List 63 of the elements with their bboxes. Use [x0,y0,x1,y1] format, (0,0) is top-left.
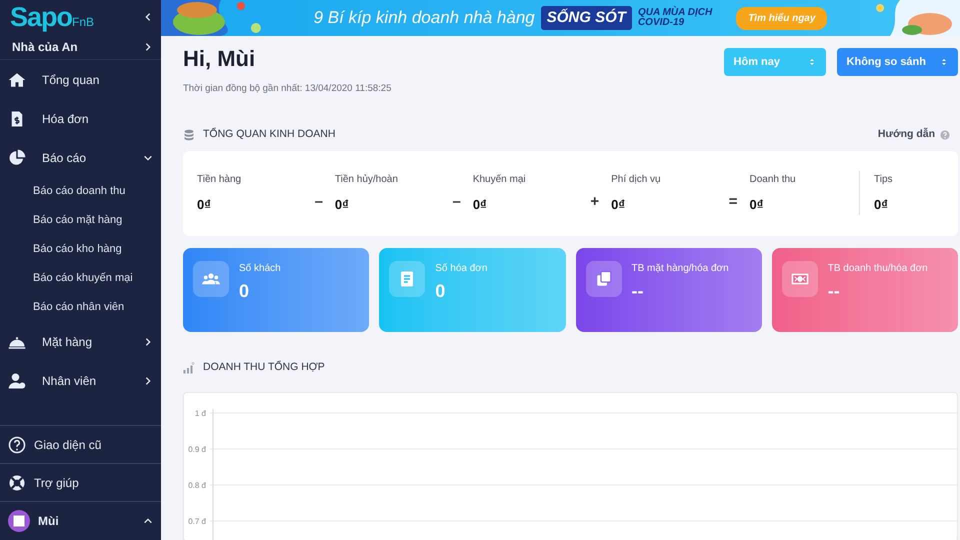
stat-value: 0 [239,280,250,303]
stat-label: TB doanh thu/hóa đơn [828,262,928,276]
stat-value: -- [828,280,841,303]
sidebar-item[interactable]: Nhân viên [0,361,161,400]
stat-label: TB mặt hàng/hóa đơn [632,262,729,276]
home-icon [8,70,26,88]
metric-value: 0₫ [334,196,350,214]
operator-sign: – [452,192,461,212]
section-title: TỔNG QUAN KINH DOANH [203,126,336,142]
metric-label: Phí dịch vụ [611,172,662,187]
metric-value: 0₫ [874,196,889,214]
metric-label: Tiền hủy/hoàn [334,172,399,187]
axis-tick-label: 1 đ [194,408,206,418]
banner-headline: 9 Bí kíp kinh doanh nhà hàng [314,7,535,30]
sidebar-subitem[interactable]: Báo cáo khuyến mại [0,264,161,293]
bar-chart-icon [183,362,195,374]
axis-tick-label: 0.7 đ [188,516,206,526]
axis-tick-label: 0.8 đ [188,480,206,490]
stat-value: -- [632,280,644,303]
stat-label: Số khách [239,262,281,276]
sidebar-subitem[interactable]: Báo cáo nhân viên [0,293,161,322]
operator-sign: – [314,192,323,212]
sidebar-item[interactable]: Tổng quan [0,60,161,99]
banner-tagline: QUA MÙA DỊCH [638,8,712,18]
pie-chart-icon [8,148,26,166]
sidebar-item[interactable]: Báo cáo [0,138,161,177]
stat-value: 0 [435,280,446,303]
lifebuoy-icon [8,474,26,492]
sort-icon [940,57,948,67]
help-icon [8,436,26,454]
metric-value: 0₫ [472,196,488,214]
stat-label: Số hóa đơn [435,262,488,276]
metric-value: 0₫ [749,196,764,214]
metric-label: Tiền hàng [197,172,242,187]
logo[interactable]: SapoFnB [10,4,94,30]
operator-sign: = [728,192,738,212]
sort-icon [808,57,816,67]
axis-tick-label: 0.9 đ [188,444,206,454]
sidebar-subitem[interactable]: Báo cáo doanh thu [0,177,161,206]
database-icon [183,128,195,142]
sidebar-subitem[interactable]: Báo cáo mặt hàng [0,206,161,235]
metric-value: 0₫ [197,196,212,214]
metric-value: 0₫ [611,196,626,214]
greeting: Hi, Mùi [183,46,256,72]
banner-tagline: COVID-19 [638,18,686,28]
metric-label: Doanh thu [749,172,797,187]
banner-highlight: SỐNG SÓT [540,6,632,30]
metric-label: Tips [874,172,894,187]
sync-time: Thời gian đồng bộ gần nhất: 13/04/2020 11:58:25 [183,82,392,96]
sidebar-item[interactable]: Mặt hàng [0,322,161,361]
user-menu[interactable]: Mùi [0,502,161,540]
copy-icon [594,270,612,288]
chevron-icon [143,42,153,52]
sidebar-subitem[interactable]: Báo cáo kho hàng [0,235,161,264]
collapse-icon[interactable] [143,12,153,22]
avatar-icon [8,510,30,532]
metric-label: Khuyến mại [472,172,527,187]
help-link[interactable]: Hướng dẫn [878,126,950,143]
sidebar-item[interactable]: Hóa đơn [0,99,161,138]
operator-sign: + [590,192,600,212]
user-icon [8,372,26,390]
section-title: DOANH THU TỔNG HỢP [203,360,325,375]
help-icon [940,130,950,140]
